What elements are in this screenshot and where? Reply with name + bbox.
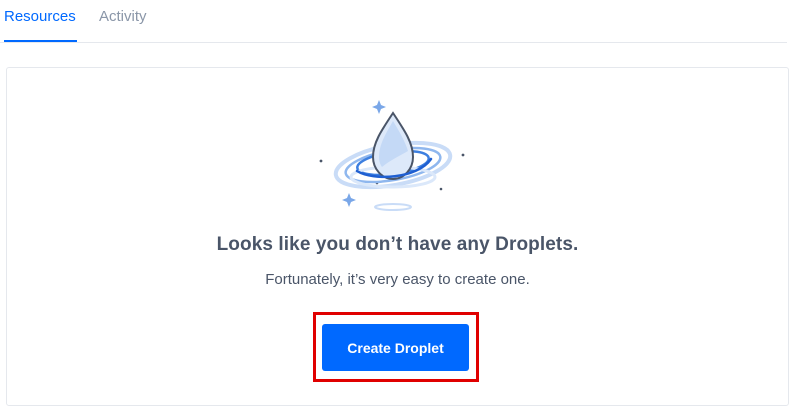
droplet-orbit-icon (319, 100, 465, 211)
tab-resources[interactable]: Resources (4, 8, 76, 42)
active-tab-indicator (4, 40, 77, 42)
empty-state-subtitle: Fortunately, it’s very easy to create on… (265, 271, 530, 288)
tab-activity[interactable]: Activity (99, 8, 147, 42)
create-droplet-button[interactable]: Create Droplet (322, 324, 469, 371)
tab-bar: Resources Activity (0, 0, 787, 43)
empty-state-title: Looks like you don’t have any Droplets. (216, 234, 579, 255)
